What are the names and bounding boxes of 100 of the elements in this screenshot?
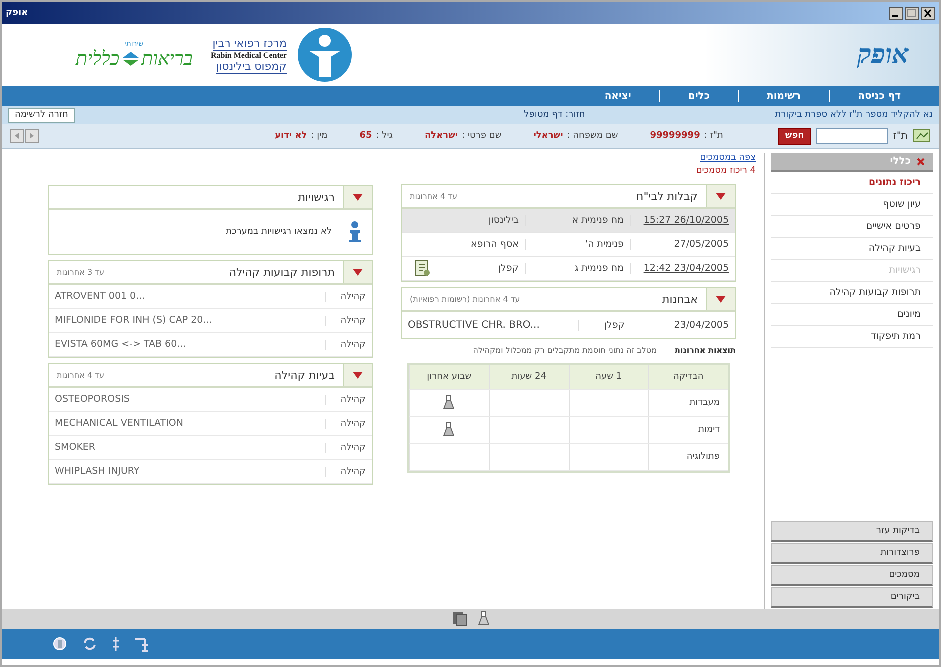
date-link[interactable]: 23/04/2005 12:42 bbox=[631, 263, 735, 274]
documents-link[interactable]: צפה במסמכים bbox=[700, 153, 756, 163]
collapse-toggle-icon[interactable] bbox=[343, 364, 372, 386]
table-cell-text: SMOKER bbox=[54, 442, 97, 453]
table-cell-text: WHIPLASH INJURY bbox=[54, 466, 141, 477]
sidebar-item[interactable]: פרטים אישיים bbox=[771, 216, 933, 238]
table-cell-text: בילינסון bbox=[488, 215, 520, 226]
table-cell: קפלן bbox=[578, 320, 631, 330]
column-header: 1 שעה bbox=[568, 365, 648, 389]
search-hint: נא להקליד מספר ת"ז ללא ספרת ביקורת bbox=[775, 110, 933, 120]
flask-icon[interactable] bbox=[478, 611, 490, 627]
campus-name: קמפוס בילינסון bbox=[216, 60, 287, 74]
table-cell: קהילה bbox=[325, 316, 372, 326]
column-header: 24 שעות bbox=[488, 365, 568, 389]
date-link[interactable]: 26/10/2005 15:27 bbox=[631, 215, 735, 226]
sidebar-section-button[interactable]: פרוצדורות bbox=[771, 543, 933, 564]
app-logo: אופק bbox=[858, 40, 909, 70]
sidebar-item[interactable]: רמת תיפקוד bbox=[771, 326, 933, 348]
panel-title: רגישויות bbox=[298, 190, 335, 204]
patient-field-value: 65 bbox=[360, 131, 372, 141]
window-title: אופק bbox=[6, 8, 28, 18]
collapse-toggle-icon[interactable] bbox=[343, 186, 372, 208]
sidebar-section-button[interactable]: בדיקות עזר bbox=[771, 521, 933, 542]
minimize-icon[interactable] bbox=[889, 6, 903, 20]
nav-link[interactable]: רשימות bbox=[739, 90, 830, 102]
panel-title: בעיות קהילה bbox=[274, 368, 335, 382]
panel-note: עד 3 אחרונות bbox=[57, 268, 104, 276]
sidebar-item[interactable]: בעיות קהילה bbox=[771, 238, 933, 260]
patient-field-label: שם פרטי : bbox=[462, 131, 502, 141]
collapse-toggle-icon[interactable] bbox=[706, 288, 735, 310]
table-cell-text: OBSTRUCTIVE CHR. BRO... bbox=[407, 320, 541, 330]
results-title: תוצאות אחרונות bbox=[675, 346, 736, 355]
panel-title: תרופות קבועות קהילה bbox=[229, 266, 335, 278]
table-cell: מעבדות bbox=[648, 390, 728, 416]
table-cell-text: EVISTA 60MG <-> TAB 60... bbox=[54, 339, 188, 350]
table-cell: קהילה bbox=[325, 394, 372, 404]
table-cell-text: קפלן bbox=[497, 263, 520, 274]
column-header: שבוע אחרון bbox=[409, 365, 489, 389]
table-cell: פתולוגיה bbox=[648, 444, 728, 470]
table-cell-text: 23/04/2005 bbox=[673, 320, 730, 330]
allergies-message: לא נמצאו רגישויות במערכת bbox=[226, 227, 332, 237]
tool-icon[interactable] bbox=[52, 636, 68, 652]
patient-field-value: ישראלי bbox=[534, 131, 564, 141]
id-input-field[interactable] bbox=[816, 128, 888, 144]
collapse-toggle-icon[interactable] bbox=[706, 185, 735, 207]
flask-icon[interactable] bbox=[443, 422, 456, 438]
patient-field-value: ישראלה bbox=[424, 131, 458, 141]
table-cell-text: MIFLONIDE FOR INH (S) CAP 20... bbox=[54, 315, 214, 326]
flask-icon[interactable] bbox=[443, 395, 456, 411]
patient-field-value: 99999999 bbox=[650, 131, 700, 141]
column-header: הבדיקה bbox=[648, 365, 728, 389]
sidebar-item[interactable]: תרופות קבועות קהילה bbox=[771, 282, 933, 304]
table-cell-text: MECHANICAL VENTILATION bbox=[54, 418, 185, 429]
table-cell: קהילה bbox=[325, 466, 372, 476]
table-cell: מח פנימית א bbox=[525, 215, 631, 226]
back-to-list-button[interactable]: חזרה לרשימה bbox=[8, 108, 76, 122]
nav-link[interactable]: יציאה bbox=[576, 90, 660, 102]
sidebar-section-button[interactable]: מסמכים bbox=[771, 565, 933, 586]
clalit-logo: כללית bbox=[76, 48, 120, 70]
table-cell: קהילה bbox=[325, 292, 372, 302]
nav-link[interactable]: כלים bbox=[660, 90, 738, 102]
table-cell: דימות bbox=[648, 417, 728, 443]
table-cell-text: 27/05/2005 bbox=[673, 239, 730, 250]
patient-field-label: ת"ז : bbox=[704, 131, 724, 141]
panel-title: קבלות לבי"ח bbox=[636, 190, 698, 202]
results-note: מטלב זה נתוני חוסמת מתקבלים רק ממכלול ומקהילה bbox=[473, 346, 658, 355]
patient-card-icon[interactable] bbox=[913, 128, 931, 144]
panel-note: עד 4 אחרונות (רשומות רפואיות) bbox=[410, 294, 520, 304]
refresh-icon[interactable] bbox=[82, 636, 98, 652]
hospital-emblem-icon bbox=[296, 27, 353, 83]
info-person-icon bbox=[348, 221, 362, 243]
id-label: ת"ז bbox=[893, 130, 908, 142]
document-icon[interactable] bbox=[414, 260, 432, 278]
close-icon[interactable] bbox=[921, 6, 935, 20]
hospital-name: מרכז רפואי רבין bbox=[212, 36, 287, 50]
table-cell-text: ATROVENT 001 0... bbox=[54, 291, 146, 302]
documents-count: 4 ריכוז מסמכים bbox=[696, 166, 756, 176]
nav-link[interactable]: דף כניסה bbox=[830, 90, 929, 102]
maximize-icon[interactable] bbox=[905, 6, 919, 20]
collapse-toggle-icon[interactable] bbox=[343, 261, 372, 283]
sidebar-item[interactable]: מיונים bbox=[771, 304, 933, 326]
clalit-symbol-icon bbox=[122, 52, 139, 66]
table-cell-text: OSTEOPOROSIS bbox=[54, 394, 131, 405]
sidebar-item[interactable]: עיון שוטף bbox=[771, 194, 933, 216]
clalit-name: בריאות bbox=[142, 48, 193, 70]
documents-icon[interactable] bbox=[452, 611, 468, 627]
panel-note: עד 4 אחרונות bbox=[410, 192, 458, 200]
table-cell: פנימית ה' bbox=[525, 239, 631, 250]
sidebar-item[interactable]: ריכוז נתונים bbox=[771, 172, 933, 194]
panel-note: עד 4 אחרונות bbox=[57, 370, 104, 380]
search-button[interactable]: חפש bbox=[778, 128, 812, 144]
table-cell-text: אסף הרופא bbox=[470, 239, 520, 250]
panel-title: אבחנות bbox=[662, 292, 698, 306]
sidebar-section-button[interactable]: ביקורים bbox=[771, 587, 933, 608]
patient-field-label: גיל : bbox=[376, 131, 393, 141]
hierarchy-icon[interactable] bbox=[134, 635, 150, 653]
table-cell: קהילה bbox=[325, 442, 372, 452]
patient-field-label: מין : bbox=[311, 131, 328, 141]
sort-icon[interactable] bbox=[112, 636, 120, 652]
table-cell: קהילה bbox=[325, 340, 372, 350]
